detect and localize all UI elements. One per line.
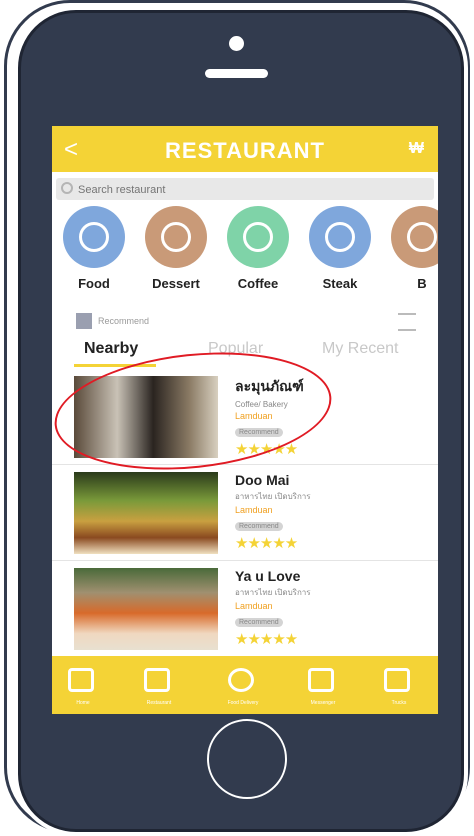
- restaurant-subtitle: อาหารไทย เปิดบริการ: [235, 588, 311, 597]
- restaurant-photo: [74, 568, 218, 650]
- burger-icon: [391, 206, 438, 268]
- category-row: Food Dessert Coffee Steak B: [62, 206, 438, 296]
- search-icon: [61, 182, 73, 194]
- restaurant-tag: Recommend: [235, 428, 283, 437]
- app-screen: < RESTAURANT ₩ Food Dessert Coffee Steak…: [52, 126, 438, 714]
- tab-bar: Nearby Popular My Recent: [52, 336, 438, 367]
- restaurant-subtitle: Coffee/ Bakery: [235, 400, 288, 409]
- category-coffee[interactable]: Coffee: [226, 206, 290, 291]
- filter-icon[interactable]: [398, 313, 416, 331]
- store-icon[interactable]: Restaurant: [144, 668, 174, 706]
- restaurant-tag: Recommend: [235, 618, 283, 627]
- page-title: RESTAURANT: [165, 138, 325, 163]
- home-button[interactable]: [207, 719, 287, 799]
- category-label: Coffee: [237, 276, 279, 291]
- restaurant-tag: Recommend: [235, 522, 283, 531]
- search-input[interactable]: [76, 178, 420, 202]
- currency-icon[interactable]: ₩: [409, 140, 424, 158]
- rating-stars: ★★★★★: [235, 631, 298, 648]
- restaurant-item[interactable]: ละมุนภัณฑ์ Coffee/ Bakery Lamduan Recomm…: [52, 370, 438, 465]
- category-dessert[interactable]: Dessert: [144, 206, 208, 291]
- delivery-icon[interactable]: Messenger: [308, 668, 338, 706]
- steak-icon: [309, 206, 371, 268]
- category-label: Food: [78, 276, 110, 291]
- category-b[interactable]: B: [390, 206, 438, 291]
- category-label: B: [417, 276, 427, 291]
- restaurant-photo: [74, 376, 218, 458]
- nav-caption: Restaurant: [146, 700, 172, 706]
- nav-caption: Home: [76, 700, 90, 706]
- earpiece-speaker: [205, 69, 268, 78]
- nav-caption: Messenger: [310, 700, 336, 706]
- dining-icon[interactable]: Food Delivery: [228, 668, 258, 706]
- tab-nearby[interactable]: Nearby: [84, 340, 138, 358]
- nav-caption: Food Delivery: [227, 700, 259, 706]
- recommend-label: Recommend: [98, 316, 150, 326]
- category-label: Dessert: [152, 276, 200, 291]
- restaurant-location: Lamduan: [235, 505, 273, 515]
- home-icon[interactable]: Home: [68, 668, 98, 706]
- restaurant-name: Doo Mai: [235, 472, 290, 488]
- restaurant-name: ละมุนภัณฑ์: [235, 378, 304, 394]
- restaurant-item[interactable]: Ya u Love อาหารไทย เปิดบริการ Lamduan Re…: [52, 562, 438, 657]
- bottom-nav: Home Restaurant Food Delivery Messenger …: [52, 656, 438, 714]
- restaurant-photo: [74, 472, 218, 554]
- recommend-checkbox[interactable]: [76, 313, 92, 329]
- rating-stars: ★★★★★: [235, 441, 298, 458]
- recommend-toggle[interactable]: Recommend: [76, 313, 416, 333]
- tab-my-recent[interactable]: My Recent: [322, 340, 398, 358]
- restaurant-name: Ya u Love: [235, 568, 301, 584]
- restaurant-location: Lamduan: [235, 411, 273, 421]
- search-bar[interactable]: [56, 178, 434, 202]
- category-steak[interactable]: Steak: [308, 206, 372, 291]
- truck-icon[interactable]: Trucks: [384, 668, 414, 706]
- category-label: Steak: [322, 276, 358, 291]
- rating-stars: ★★★★★: [235, 535, 298, 552]
- restaurant-location: Lamduan: [235, 601, 273, 611]
- coffee-cup-icon: [227, 206, 289, 268]
- front-camera: [229, 36, 244, 51]
- cloche-icon: [63, 206, 125, 268]
- tab-underline: [74, 364, 156, 367]
- nav-caption: Trucks: [391, 700, 407, 706]
- ice-cream-icon: [145, 206, 207, 268]
- category-food[interactable]: Food: [62, 206, 126, 291]
- app-bar: < RESTAURANT ₩: [52, 126, 438, 172]
- restaurant-item[interactable]: Doo Mai อาหารไทย เปิดบริการ Lamduan Reco…: [52, 466, 438, 561]
- restaurant-subtitle: อาหารไทย เปิดบริการ: [235, 492, 311, 501]
- tab-popular[interactable]: Popular: [208, 340, 263, 358]
